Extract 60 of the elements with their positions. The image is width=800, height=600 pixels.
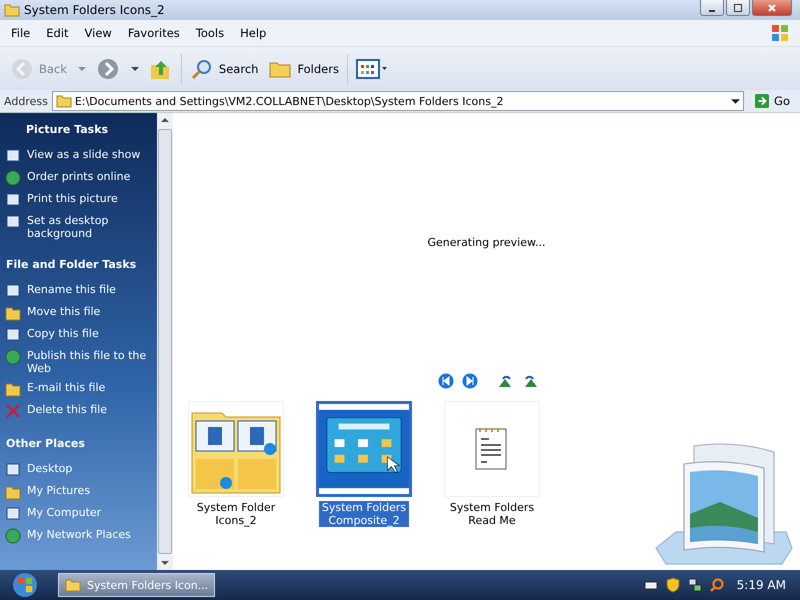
task-link[interactable]: Move this file bbox=[0, 305, 157, 321]
folder-icon bbox=[5, 484, 21, 500]
task-link[interactable]: Delete this file bbox=[0, 403, 157, 419]
file-name[interactable]: System Folders Composite_2 bbox=[319, 501, 409, 527]
caret-icon bbox=[130, 66, 139, 70]
windows-logo-icon bbox=[16, 576, 34, 594]
section-title: Picture Tasks bbox=[25, 123, 110, 136]
scrollbar[interactable] bbox=[157, 113, 173, 570]
task-link[interactable]: Copy this file bbox=[0, 327, 157, 343]
task-link[interactable]: My Computer bbox=[0, 506, 157, 522]
menu-item[interactable]: File bbox=[3, 26, 38, 40]
folder-icon bbox=[5, 305, 21, 321]
clock: 5:19 AM bbox=[736, 578, 786, 592]
close-button[interactable] bbox=[752, 0, 792, 16]
delete-icon bbox=[5, 403, 21, 419]
menu-item[interactable]: View bbox=[76, 26, 120, 40]
caret-icon bbox=[78, 66, 86, 70]
minimize-icon bbox=[709, 10, 715, 12]
preview-status: Generating preview... bbox=[428, 236, 546, 248]
windows-logo-icon bbox=[770, 23, 790, 43]
forward-icon bbox=[96, 56, 120, 80]
file-name[interactable]: System Folders Read Me bbox=[435, 501, 549, 527]
close-icon bbox=[767, 2, 777, 12]
shield-icon[interactable] bbox=[664, 577, 681, 593]
task-link[interactable]: Order prints online bbox=[0, 170, 157, 186]
caret-icon bbox=[731, 98, 740, 104]
back-icon bbox=[10, 56, 34, 80]
task-link[interactable]: Rename this file bbox=[0, 283, 157, 299]
previous-button[interactable] bbox=[437, 373, 455, 391]
menu-item[interactable]: Edit bbox=[38, 26, 77, 40]
folder-icon bbox=[4, 3, 20, 17]
scroll-down-icon[interactable] bbox=[161, 561, 169, 565]
maximize-button[interactable] bbox=[726, 0, 750, 16]
task-link[interactable]: View as a slide show bbox=[0, 148, 157, 164]
address-label: Address bbox=[4, 94, 48, 108]
menu-item[interactable]: Favorites bbox=[120, 26, 188, 40]
task-link[interactable]: E-mail this file bbox=[0, 381, 157, 397]
next-button[interactable] bbox=[461, 373, 479, 391]
scroll-up-icon[interactable] bbox=[161, 118, 169, 122]
task-link[interactable]: Print this picture bbox=[0, 192, 157, 208]
task-link[interactable]: Desktop bbox=[0, 462, 157, 478]
task-link[interactable]: My Pictures bbox=[0, 484, 157, 500]
minimize-button[interactable] bbox=[700, 0, 724, 16]
window-title: System Folders Icons_2 bbox=[24, 3, 165, 17]
task-link[interactable]: Publish this file to the Web bbox=[0, 349, 157, 375]
search-button[interactable]: Search bbox=[186, 54, 262, 82]
menu-item[interactable]: Help bbox=[232, 26, 274, 40]
search-icon[interactable] bbox=[708, 577, 725, 593]
address-field[interactable]: E:\Documents and Settings\VM2.COLLABNET\Desktop\System Folders Icons_2 bbox=[52, 91, 744, 111]
views-icon bbox=[356, 56, 388, 80]
go-button[interactable]: Go bbox=[748, 94, 796, 108]
maximize-icon bbox=[733, 2, 743, 12]
menu-item[interactable]: Tools bbox=[188, 26, 232, 40]
folder-icon bbox=[65, 578, 81, 592]
section-title: File and Folder Tasks bbox=[5, 258, 138, 271]
folders-button[interactable]: Folders bbox=[264, 54, 343, 82]
file-name[interactable]: System Folder Icons_2 bbox=[179, 501, 293, 527]
task-link[interactable]: Set as desktop background bbox=[0, 214, 157, 240]
section-title: Other Places bbox=[5, 437, 86, 450]
folder-icon bbox=[56, 94, 72, 108]
